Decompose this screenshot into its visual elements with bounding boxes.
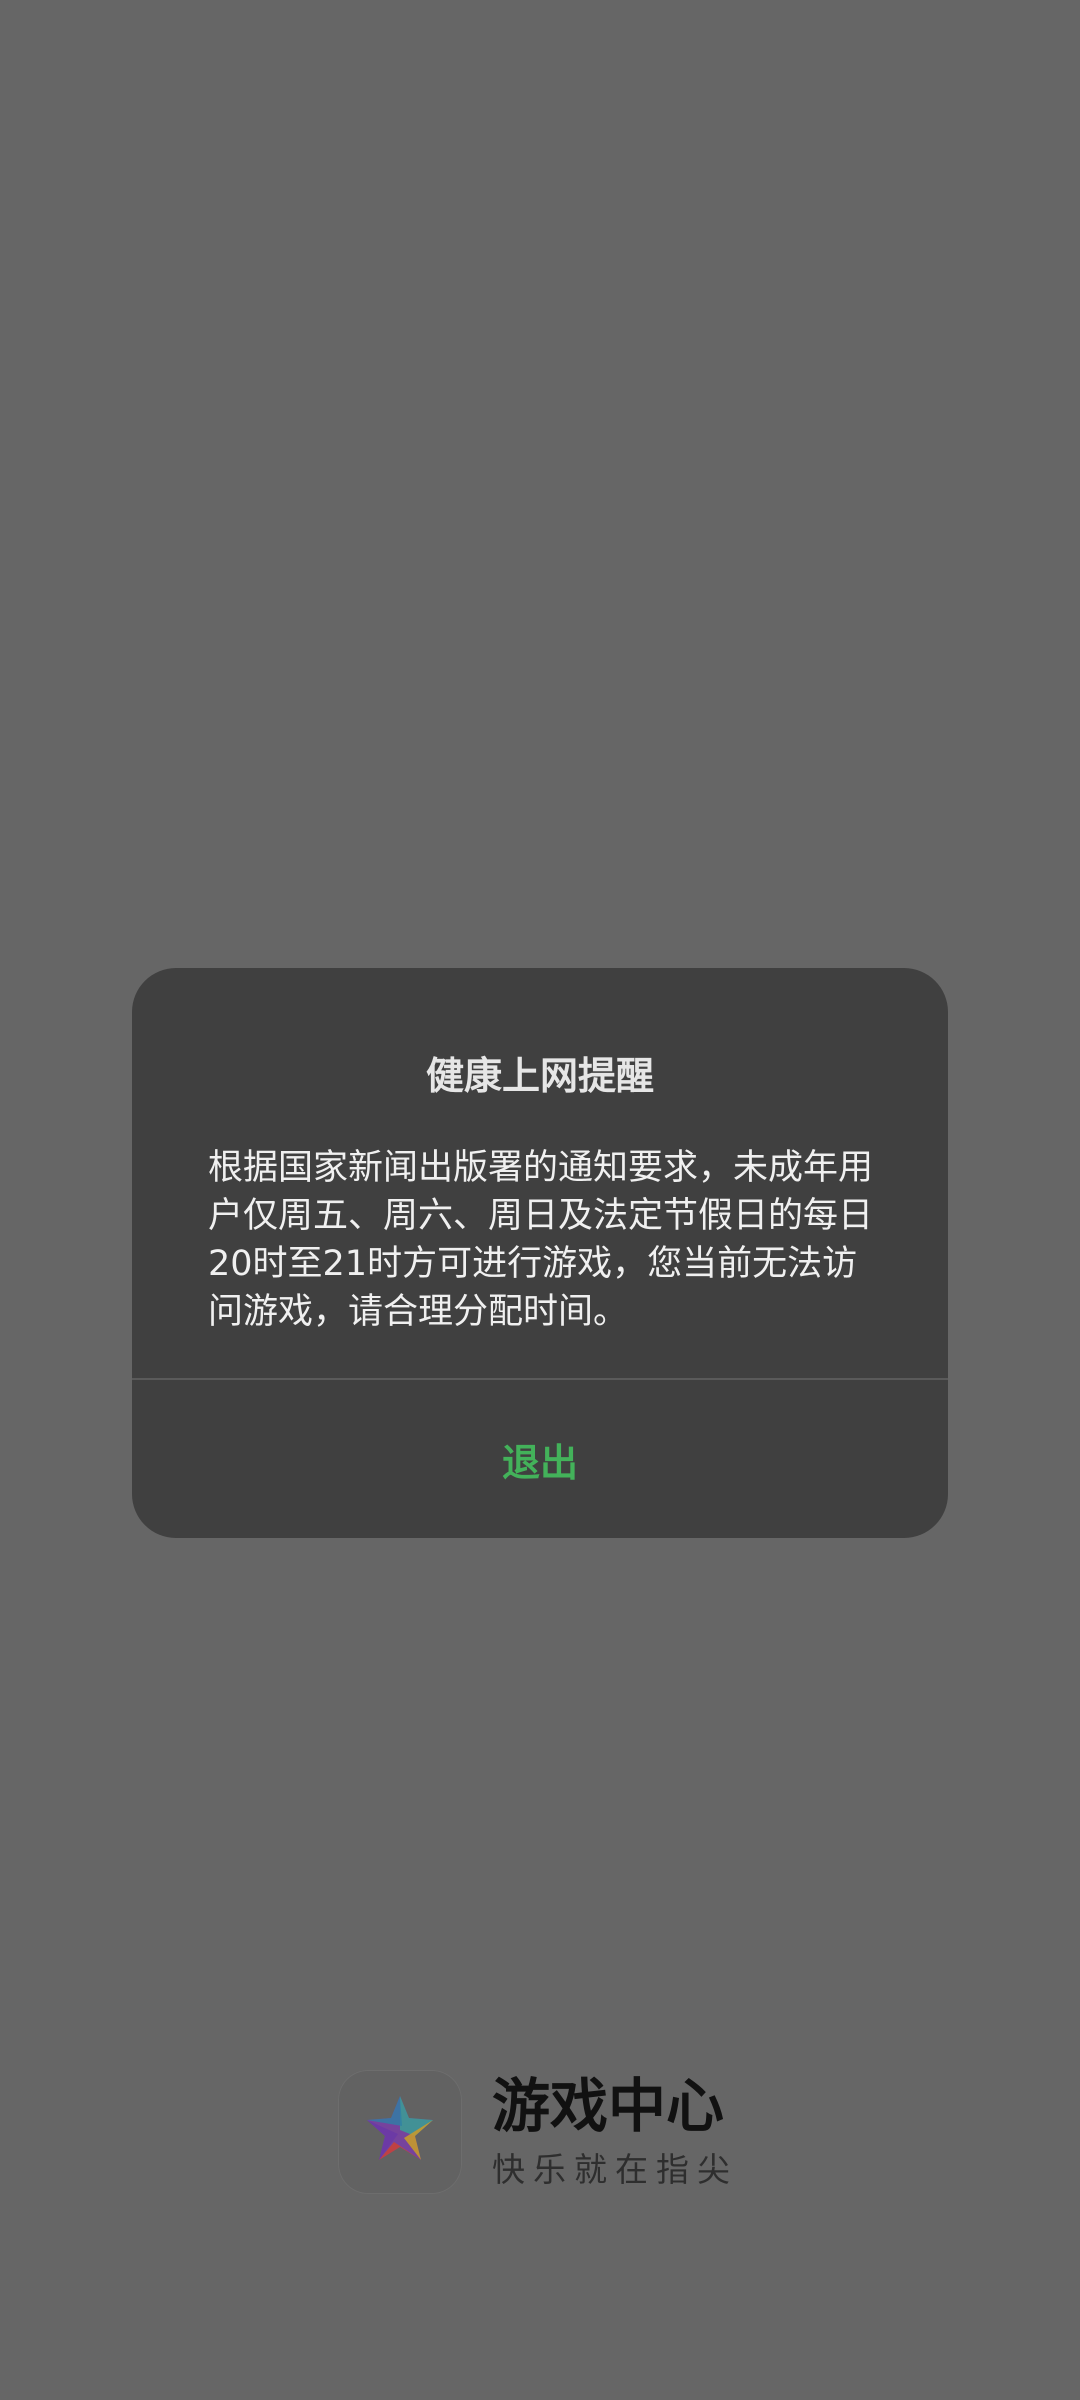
app-name: 游戏中心 [492, 2072, 725, 2140]
app-logo [338, 2070, 462, 2194]
dialog-title: 健康上网提醒 [425, 1054, 654, 1098]
dialog-message: 根据国家新闻出版署的通知要求，未成年用户仅周五、周六、周日及法定节假日的每日20… [208, 1148, 874, 1332]
exit-button[interactable]: 退出 [132, 1380, 948, 1538]
brand-footer: 游戏中心 快乐就在指尖 [338, 2070, 758, 2200]
colorful-star-icon [367, 2096, 433, 2160]
app-slogan: 快乐就在指尖 [492, 2150, 738, 2189]
